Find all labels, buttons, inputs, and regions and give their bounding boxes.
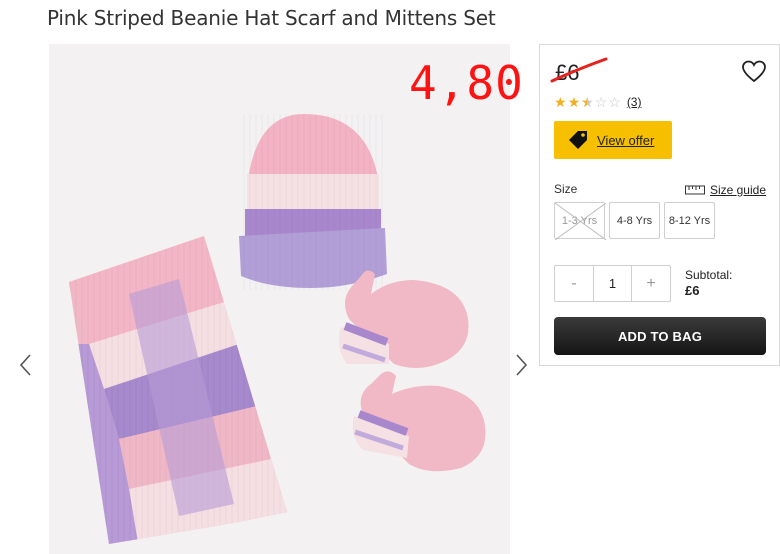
decrease-quantity-button[interactable]: - — [555, 266, 593, 301]
add-to-bag-button[interactable]: ADD TO BAG — [554, 317, 766, 355]
view-offer-button[interactable]: View offer — [554, 121, 672, 159]
size-option-1-3-yrs[interactable]: 1-3 Yrs — [554, 202, 606, 240]
ruler-icon — [684, 185, 705, 195]
quantity-stepper: - 1 + — [554, 265, 671, 302]
increase-quantity-button[interactable]: + — [632, 266, 670, 301]
rating: ★ ★ ★ ☆ ☆ (3) — [554, 95, 641, 109]
star-empty-icon: ☆ — [608, 94, 621, 110]
size-guide-link[interactable]: Size guide — [684, 183, 766, 197]
annotated-price: 4,80 — [409, 56, 524, 110]
view-offer-label: View offer — [597, 132, 655, 148]
unavailable-cross — [555, 203, 606, 240]
star-icon: ★ — [567, 94, 581, 110]
product-purchase-panel: £6 ★ ★ ★ ☆ ☆ (3) View offer Size Size gu… — [539, 44, 780, 366]
star-icon: ★ — [554, 94, 567, 110]
heart-icon[interactable] — [741, 60, 767, 84]
size-option-label: 8-12 Yrs — [668, 214, 711, 227]
subtotal-label: Subtotal: — [685, 268, 733, 282]
product-image — [49, 44, 510, 554]
size-option-4-8-yrs[interactable]: 4-8 Yrs — [609, 202, 660, 239]
size-label: Size — [554, 182, 578, 196]
size-option-label: 4-8 Yrs — [616, 214, 653, 227]
subtotal: Subtotal: £6 — [685, 267, 732, 299]
star-empty-icon: ☆ — [594, 94, 608, 110]
chevron-left-icon[interactable] — [18, 352, 34, 378]
tag-icon — [569, 131, 587, 149]
size-options: 1-3 Yrs 4-8 Yrs 8-12 Yrs — [554, 202, 715, 240]
subtotal-amount: £6 — [685, 283, 700, 298]
size-guide-label: Size guide — [709, 183, 766, 197]
strikethrough-mark — [550, 57, 608, 83]
product-title: Pink Striped Beanie Hat Scarf and Mitten… — [47, 6, 496, 30]
review-count-link[interactable]: (3) — [627, 95, 642, 109]
size-option-8-12-yrs[interactable]: 8-12 Yrs — [664, 202, 715, 239]
star-half-icon: ★ — [581, 95, 594, 109]
quantity-value[interactable]: 1 — [593, 266, 632, 301]
star-rating: ★ ★ ★ ☆ ☆ — [554, 95, 621, 109]
chevron-right-icon[interactable] — [513, 352, 529, 378]
